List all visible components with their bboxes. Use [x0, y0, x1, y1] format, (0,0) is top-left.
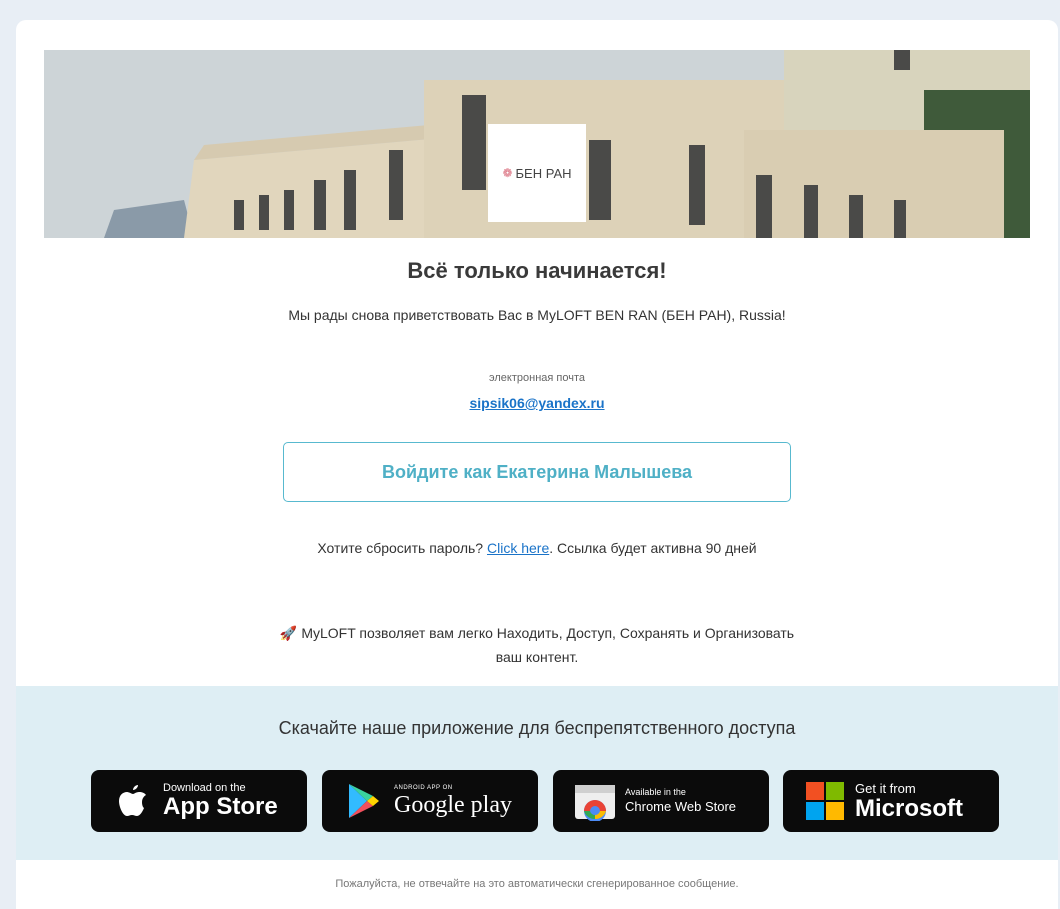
app-download-section: Скачайте наше приложение для беспрепятст… — [16, 686, 1058, 860]
apple-icon — [111, 779, 155, 823]
google-play-icon — [342, 779, 386, 823]
email-card: ❁ БЕН РАН Всё только начинается! Мы рады… — [16, 20, 1058, 909]
logo-text: БЕН РАН — [515, 165, 572, 181]
header-building-photo: ❁ БЕН РАН — [44, 50, 1030, 238]
google-play-badge[interactable]: ANDROID APP ON Google play — [322, 770, 538, 832]
chrome-store-small: Available in the — [625, 787, 686, 797]
email-label: электронная почта — [489, 372, 585, 384]
reset-suffix: . Ссылка будет активна 90 дней — [549, 540, 757, 556]
chrome-store-big: Chrome Web Store — [625, 799, 737, 814]
ben-ran-logo: ❁ БЕН РАН — [488, 124, 586, 222]
features-description: MyLOFT позволяет вам легко Находить, Дос… — [301, 625, 795, 665]
reset-prefix: Хотите сбросить пароль? — [317, 540, 487, 556]
app-store-badge[interactable]: Download on the App Store — [91, 770, 307, 832]
microsoft-icon — [803, 779, 847, 823]
microsoft-store-badge[interactable]: Get it from Microsoft — [783, 770, 999, 832]
features-text: 🚀 MyLOFT позволяет вам легко Находить, До… — [272, 621, 802, 669]
footer-note: Пожалуйста, не отвечайте на это автомати… — [335, 878, 739, 890]
chrome-web-store-badge[interactable]: Available in the Chrome Web Store — [553, 770, 769, 832]
chrome-store-icon — [573, 779, 617, 823]
email-address: sipsik06@yandex.ru — [16, 395, 1058, 411]
page-title: Всё только начинается! — [407, 258, 667, 283]
microsoft-small: Get it from — [855, 780, 916, 796]
google-play-small: ANDROID APP ON — [394, 785, 453, 791]
email-link[interactable]: sipsik06@yandex.ru — [469, 395, 604, 411]
flower-icon: ❁ — [502, 166, 513, 180]
welcome-message: Мы рады снова приветствовать Вас в MyLOF… — [288, 307, 786, 323]
reset-password-link[interactable]: Click here — [487, 540, 549, 556]
reset-password-text: Хотите сбросить пароль? Click here. Ссыл… — [272, 536, 802, 560]
app-store-big: App Store — [163, 793, 278, 820]
rocket-icon: 🚀 — [279, 625, 298, 641]
app-download-title: Скачайте наше приложение для беспрепятст… — [278, 718, 796, 738]
microsoft-big: Microsoft — [855, 794, 963, 822]
google-play-big: Google play — [394, 792, 512, 818]
login-button[interactable]: Войдите как Екатерина Малышева — [283, 442, 791, 502]
